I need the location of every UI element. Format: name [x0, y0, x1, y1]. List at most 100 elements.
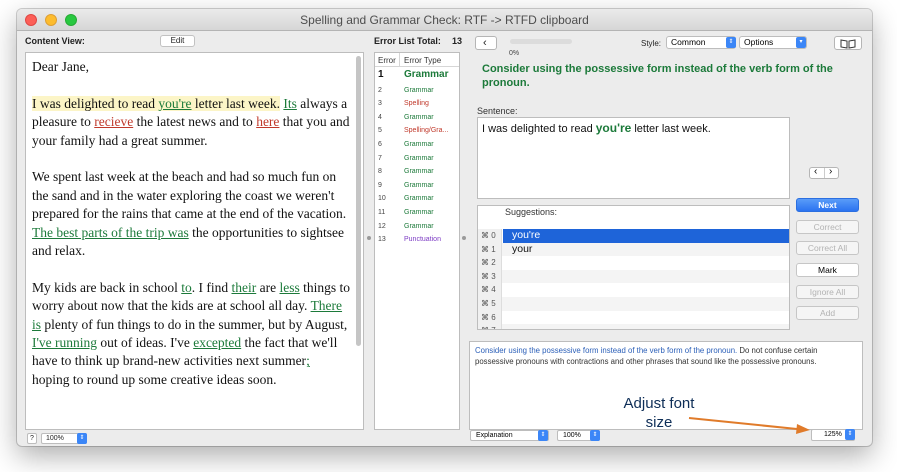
progress-label: 0%: [509, 50, 520, 57]
error-marker[interactable]: Its: [283, 96, 297, 111]
chevron-left-icon[interactable]: ‹: [814, 166, 817, 177]
error-marker[interactable]: recieve: [94, 114, 133, 129]
error-type: Grammar: [404, 209, 434, 216]
error-type: Spelling: [404, 100, 429, 108]
back-button[interactable]: ‹: [475, 36, 497, 50]
splitter-right[interactable]: [461, 52, 467, 430]
add-button[interactable]: Add: [796, 306, 859, 320]
error-list[interactable]: Error Error Type 1 Grammar 2 Grammar 3 Spelli…: [374, 52, 460, 430]
error-type: Grammar: [404, 154, 434, 162]
suggestions-table[interactable]: Suggestions: ⌘ 0 you're ⌘ 1 your ⌘ 2 ⌘ 3 ⌘ 4 ⌘ …: [477, 205, 790, 330]
error-type: Grammar: [404, 181, 434, 189]
sentence-nav: ‹ ›: [809, 166, 839, 179]
chevron-updown-icon: ⇕: [726, 37, 736, 48]
suggestion-row[interactable]: ⌘ 0 you're: [478, 229, 789, 243]
error-type: Grammar: [404, 113, 434, 121]
chevron-updown-icon: ⇕: [590, 430, 600, 441]
error-list-row[interactable]: 5 Spelling/Gra...: [375, 125, 459, 139]
error-marker[interactable]: less: [279, 280, 299, 295]
error-list-row[interactable]: 12 Grammar: [375, 221, 459, 235]
error-list-row[interactable]: 3 Spelling: [375, 98, 459, 112]
suggestion-text: [503, 324, 789, 329]
error-message: Consider using the possessive form inste…: [482, 63, 833, 89]
suggestion-row[interactable]: ⌘ 1 your: [478, 242, 789, 257]
help-button[interactable]: ?: [27, 433, 37, 444]
sentence-field[interactable]: I was delighted to read you're letter la…: [477, 117, 790, 199]
error-number: 12: [378, 222, 386, 230]
error-number: 1: [378, 69, 384, 80]
error-list-row[interactable]: 2 Grammar: [375, 85, 459, 99]
error-marker[interactable]: you're: [158, 96, 191, 111]
error-list-row[interactable]: 10 Grammar: [375, 193, 459, 207]
edit-button[interactable]: Edit: [160, 35, 195, 47]
sentence-error-word: you're: [595, 121, 632, 135]
chevron-updown-icon: ⇕: [538, 430, 548, 441]
error-list-row[interactable]: 11 Grammar: [375, 207, 459, 221]
window-title: Spelling and Grammar Check: RTF -> RTFD …: [300, 13, 589, 27]
vertical-scrollbar[interactable]: [356, 56, 361, 346]
error-marker[interactable]: I've running: [32, 335, 97, 350]
chevron-down-icon: ▾: [796, 37, 806, 48]
suggestion-text: [503, 256, 789, 270]
paragraph-2: We spent last week at the beach and had …: [32, 169, 347, 259]
suggestion-row[interactable]: ⌘ 6: [478, 310, 789, 325]
current-sentence: I was delighted to read you're letter la…: [32, 95, 280, 111]
error-marker[interactable]: The best parts of the trip was: [32, 225, 189, 240]
paragraph-1: I was delighted to read you're letter la…: [32, 95, 350, 148]
error-type: Grammar: [404, 69, 449, 80]
error-type: Grammar: [404, 168, 434, 176]
chevron-updown-icon: ⇕: [77, 433, 87, 444]
suggestion-text: [503, 283, 789, 297]
chevron-right-icon[interactable]: ›: [829, 166, 832, 177]
error-list-row[interactable]: 8 Grammar: [375, 166, 459, 180]
error-list-row[interactable]: 13 Punctuation: [375, 234, 459, 248]
suggestion-row[interactable]: ⌘ 2: [478, 256, 789, 270]
error-list-row[interactable]: 4 Grammar: [375, 112, 459, 126]
suggestion-text: you're: [503, 229, 789, 243]
suggestion-shortcut: ⌘ 7: [478, 324, 502, 329]
error-list-row[interactable]: 1 Grammar: [375, 69, 459, 83]
suggestion-row[interactable]: ⌘ 4: [478, 283, 789, 297]
error-marker[interactable]: to: [181, 280, 192, 295]
correct-all-button[interactable]: Correct All: [796, 241, 859, 255]
content-view[interactable]: Dear Jane, I was delighted to read you'r…: [25, 52, 364, 430]
error-type: Grammar: [404, 222, 434, 230]
splitter-dot-icon: [367, 236, 371, 240]
error-list-row[interactable]: 6 Grammar: [375, 139, 459, 153]
splitter-dot-icon: [462, 236, 466, 240]
explanation-popup-value: Explanation: [476, 432, 513, 439]
suggestion-row[interactable]: ⌘ 7: [478, 324, 789, 329]
error-list-row[interactable]: 9 Grammar: [375, 180, 459, 194]
correct-button[interactable]: Correct: [796, 220, 859, 234]
next-button[interactable]: Next: [796, 198, 859, 212]
content-zoom-value: 100%: [46, 435, 64, 442]
suggestion-row[interactable]: ⌘ 3: [478, 269, 789, 284]
error-number: 11: [378, 209, 386, 216]
error-marker[interactable]: excepted: [193, 335, 241, 350]
suggestion-text: [503, 270, 789, 284]
splitter-left[interactable]: [366, 52, 372, 430]
mark-button[interactable]: Mark: [796, 263, 859, 277]
suggestion-text: [503, 311, 789, 325]
error-number: 3: [378, 100, 382, 108]
title-bar: Spelling and Grammar Check: RTF -> RTFD …: [17, 9, 872, 31]
error-number: 13: [378, 236, 386, 244]
ignore-all-button[interactable]: Ignore All: [796, 285, 859, 299]
column-error[interactable]: Error: [378, 56, 396, 65]
suggestion-shortcut: ⌘ 6: [478, 310, 502, 325]
error-marker[interactable]: here: [256, 114, 279, 129]
error-marker[interactable]: ;: [306, 353, 310, 368]
suggestion-row[interactable]: ⌘ 5: [478, 297, 789, 311]
error-type: Spelling/Gra...: [404, 127, 449, 135]
style-label: Style:: [641, 39, 662, 48]
dictionary-button[interactable]: [834, 36, 862, 50]
error-type: Grammar: [404, 195, 434, 203]
style-value: Common: [671, 37, 706, 47]
paragraph-3: My kids are back in school to. I find th…: [32, 279, 350, 387]
column-error-type[interactable]: Error Type: [404, 56, 441, 65]
error-list-total: 13: [452, 36, 463, 46]
sentence-label: Sentence:: [477, 106, 518, 116]
error-marker[interactable]: their: [231, 280, 256, 295]
error-list-row[interactable]: 7 Grammar: [375, 153, 459, 167]
error-type: Grammar: [404, 86, 434, 94]
